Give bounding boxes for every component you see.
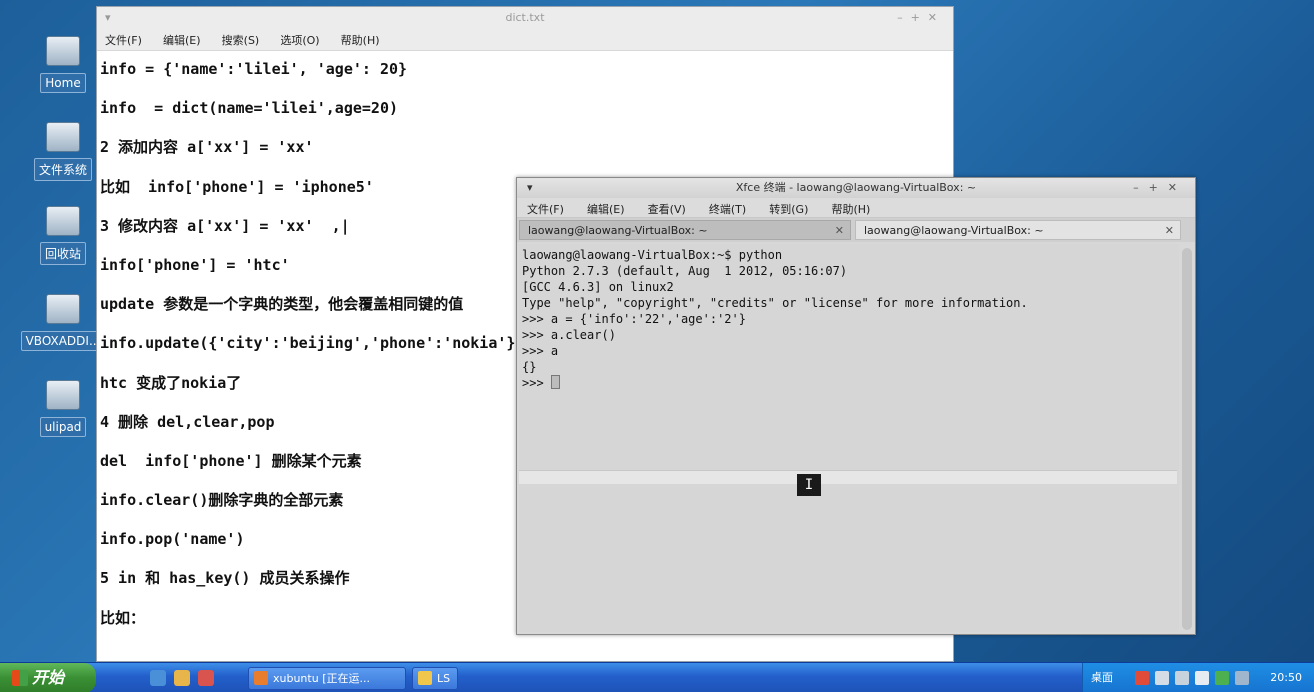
tray-network-icon[interactable] [1155,671,1169,685]
editor-line: 2 添加内容 a['xx'] = 'xx' [100,138,314,157]
quicklaunch-ie-icon[interactable] [150,670,166,686]
menu-edit[interactable]: 编辑(E) [587,200,625,220]
clock[interactable]: 20:50 [1270,663,1302,692]
task-label: xubuntu [正在运... [273,672,370,685]
desktop-icon-label: 回收站 [39,242,86,265]
editor-menubar: 文件(F) 编辑(E) 搜索(S) 选项(O) 帮助(H) [97,29,953,51]
tray-s-icon[interactable] [1135,671,1149,685]
editor-line: info = {'name':'lilei', 'age': 20} [100,60,408,78]
cdrom-icon [46,294,80,324]
trash-icon [46,206,80,236]
tab-label: laowang@laowang-VirtualBox: ~ [864,224,1044,237]
menu-help[interactable]: 帮助(H) [831,200,870,220]
terminal-titlebar[interactable]: ▾ Xfce 终端 - laowang@laowang-VirtualBox: … [517,178,1195,198]
filesystem-drive-icon [46,122,80,152]
tray-volume-icon[interactable] [1175,671,1189,685]
system-tray: 桌面 20:50 [1082,663,1314,692]
menu-edit[interactable]: 编辑(E) [163,31,201,51]
menu-search[interactable]: 搜索(S) [222,31,260,51]
desktop-icon-ulipad[interactable]: ulipad [18,380,108,437]
task-button-ls[interactable]: LS [412,667,458,690]
menu-file[interactable]: 文件(F) [527,200,564,220]
terminal-line: {} [522,360,537,374]
desktop-icon-filesystem[interactable]: 文件系统 [18,122,108,181]
menu-file[interactable]: 文件(F) [105,31,142,51]
terminal-line: >>> a [522,344,559,358]
terminal-line: Type "help", "copyright", "credits" or "… [522,296,1028,310]
terminal-title: Xfce 终端 - laowang@laowang-VirtualBox: ~ [735,181,977,194]
terminal-line: Python 2.7.3 (default, Aug 1 2012, 05:16… [522,264,848,278]
terminal-cursor [550,375,560,389]
quicklaunch-folder-icon[interactable] [174,670,190,686]
start-button[interactable]: 开始 [0,663,96,692]
editor-title: dict.txt [505,11,545,24]
terminal-line: laowang@laowang-VirtualBox:~$ python [522,248,783,262]
terminal-window: ▾ Xfce 终端 - laowang@laowang-VirtualBox: … [516,177,1196,635]
show-desktop-label[interactable]: 桌面 [1091,663,1113,692]
editor-titlebar[interactable]: ▾ dict.txt –+✕ [97,7,953,29]
folder-icon [418,671,432,685]
tray-shield-icon[interactable] [1215,671,1229,685]
terminal-output[interactable]: laowang@laowang-VirtualBox:~$ python Pyt… [519,244,1179,632]
terminal-tabbar: laowang@laowang-VirtualBox: ~ ✕ laowang@… [517,218,1195,242]
desktop-icon-label: Home [40,73,86,93]
menu-options[interactable]: 选项(O) [280,31,319,51]
tray-app-icon[interactable] [1235,671,1249,685]
terminal-menubar: 文件(F) 编辑(E) 查看(V) 终端(T) 转到(G) 帮助(H) [517,198,1195,218]
windows-flag-icon [12,670,28,686]
terminal-scrollbar[interactable] [1182,248,1192,630]
terminal-line: >>> a = {'info':'22','age':'2'} [522,312,746,326]
terminal-tab-1[interactable]: laowang@laowang-VirtualBox: ~ ✕ [519,220,851,240]
terminal-prompt-line: >>> [522,375,1179,391]
window-menu-icon[interactable]: ▾ [527,178,533,198]
terminal-tab-2[interactable]: laowang@laowang-VirtualBox: ~ ✕ [855,220,1181,240]
terminal-prompt: >>> [522,376,551,390]
desktop-icon-label: 文件系统 [33,158,92,181]
task-button-xubuntu[interactable]: xubuntu [正在运... [248,667,406,690]
desktop-icon-label: ulipad [39,417,87,437]
window-menu-icon[interactable]: ▾ [105,7,111,29]
window-controls[interactable]: –+✕ [897,7,945,29]
virtualbox-icon [254,671,268,685]
window-controls[interactable]: –+✕ [1133,178,1187,198]
terminal-selection-band [519,470,1177,484]
task-label: LS [437,672,451,685]
menu-help[interactable]: 帮助(H) [341,31,380,51]
desktop-icon-vboxadditions[interactable]: VBOXADDI... [18,294,108,351]
terminal-line: >>> a.clear() [522,328,616,342]
menu-view[interactable]: 查看(V) [648,200,686,220]
editor-line: info = dict(name='lilei',age=20) [100,99,399,118]
text-ibeam-cursor-icon: I [797,474,821,496]
menu-go[interactable]: 转到(G) [769,200,808,220]
home-folder-icon [46,36,80,66]
menu-terminal[interactable]: 终端(T) [709,200,746,220]
tray-keyboard-icon[interactable] [1195,671,1209,685]
close-tab-icon[interactable]: ✕ [1165,221,1174,241]
quicklaunch-app-icon[interactable] [198,670,214,686]
taskbar: 开始 xubuntu [正在运... LS 桌面 20:50 [0,662,1314,692]
close-tab-icon[interactable]: ✕ [835,221,844,241]
ulipad-app-icon [46,380,80,410]
start-label: 开始 [32,668,65,687]
desktop-icon-home[interactable]: Home [18,36,108,93]
tab-label: laowang@laowang-VirtualBox: ~ [528,224,708,237]
desktop-icon-label: VBOXADDI... [20,331,106,351]
terminal-line: [GCC 4.6.3] on linux2 [522,280,674,294]
desktop-icon-trash[interactable]: 回收站 [18,206,108,265]
